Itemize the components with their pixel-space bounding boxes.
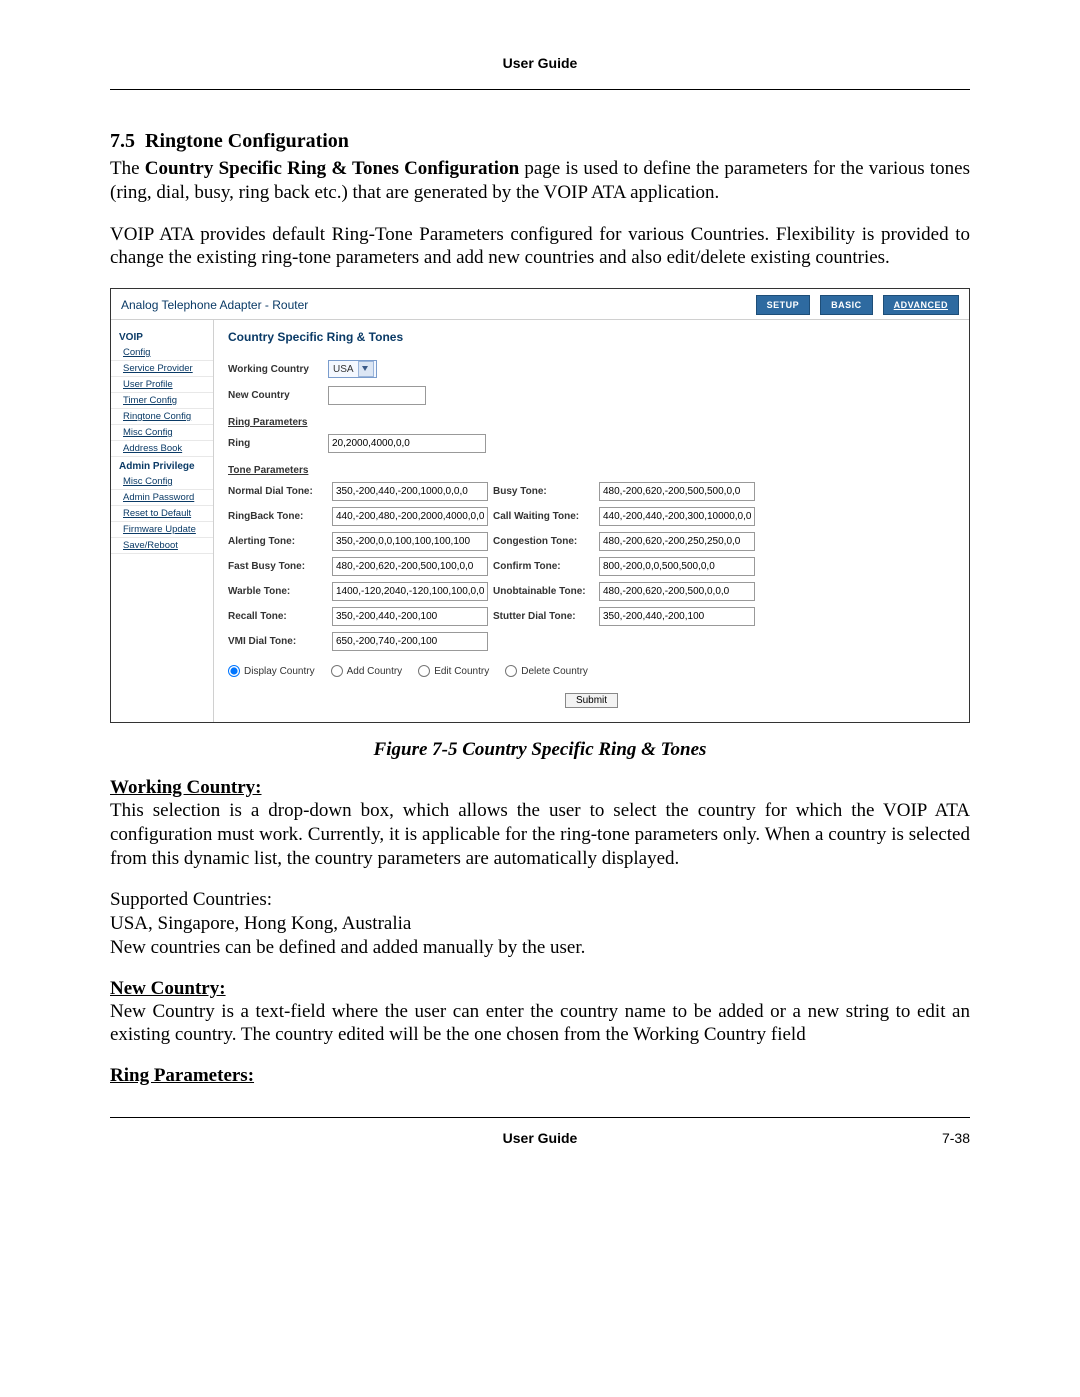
sidebar-item-address-book[interactable]: Address Book <box>111 441 213 457</box>
supported-countries-list: USA, Singapore, Hong Kong, Australia <box>110 912 970 936</box>
sidebar-item-config[interactable]: Config <box>111 345 213 361</box>
call-waiting-tone-input[interactable] <box>599 507 755 526</box>
tab-setup[interactable]: SETUP <box>756 295 811 315</box>
radio-delete-country[interactable]: Delete Country <box>505 665 588 677</box>
radio-add-country[interactable]: Add Country <box>331 665 403 677</box>
stutter-dial-tone-label: Stutter Dial Tone: <box>493 611 593 622</box>
supported-countries-note: New countries can be defined and added m… <box>110 936 970 960</box>
vmi-dial-tone-input[interactable] <box>332 632 488 651</box>
radio-display-country[interactable]: Display Country <box>228 665 315 677</box>
normal-dial-label: Normal Dial Tone: <box>228 486 328 497</box>
content-heading: Country Specific Ring & Tones <box>228 330 955 344</box>
vmi-dial-tone-label: VMI Dial Tone: <box>228 636 328 647</box>
ringback-tone-input[interactable] <box>332 507 488 526</box>
section-title: Ringtone Configuration <box>145 130 349 152</box>
chevron-down-icon <box>358 361 374 377</box>
section-heading: 7.5 Ringtone Configuration <box>110 130 970 153</box>
working-country-label: Working Country <box>228 364 318 375</box>
sidebar-item-user-profile[interactable]: User Profile <box>111 377 213 393</box>
action-radios: Display Country Add Country Edit Country… <box>228 665 955 677</box>
sidebar-item-timer-config[interactable]: Timer Config <box>111 393 213 409</box>
intro-paragraph-2: VOIP ATA provides default Ring-Tone Para… <box>110 223 970 271</box>
call-waiting-tone-label: Call Waiting Tone: <box>493 511 593 522</box>
new-country-heading: New Country: <box>110 978 970 1000</box>
stutter-dial-tone-input[interactable] <box>599 607 755 626</box>
unobtainable-tone-label: Unobtainable Tone: <box>493 586 593 597</box>
top-tabs: SETUP BASIC ADVANCED <box>756 295 959 315</box>
warble-tone-label: Warble Tone: <box>228 586 328 597</box>
confirm-tone-label: Confirm Tone: <box>493 561 593 572</box>
footer-right: 7-38 <box>942 1130 970 1146</box>
fast-busy-tone-input[interactable] <box>332 557 488 576</box>
alerting-tone-input[interactable] <box>332 532 488 551</box>
ring-label: Ring <box>228 438 318 449</box>
submit-button[interactable]: Submit <box>565 693 618 708</box>
sidebar-item-ringtone-config[interactable]: Ringtone Config <box>111 409 213 425</box>
new-country-input[interactable] <box>328 386 426 405</box>
new-country-body: New Country is a text-field where the us… <box>110 1000 970 1048</box>
recall-tone-input[interactable] <box>332 607 488 626</box>
ring-parameters-heading: Ring Parameters <box>228 417 955 428</box>
screenshot-topbar: Analog Telephone Adapter - Router SETUP … <box>111 289 969 320</box>
radio-edit-country-input[interactable] <box>418 665 430 677</box>
intro-paragraph-1: The Country Specific Ring & Tones Config… <box>110 157 970 205</box>
radio-add-country-input[interactable] <box>331 665 343 677</box>
sidebar-item-misc-config-2[interactable]: Misc Config <box>111 474 213 490</box>
tab-basic[interactable]: BASIC <box>820 295 873 315</box>
radio-edit-country[interactable]: Edit Country <box>418 665 489 677</box>
congestion-tone-input[interactable] <box>599 532 755 551</box>
busy-tone-input[interactable] <box>599 482 755 501</box>
alerting-tone-label: Alerting Tone: <box>228 536 328 547</box>
sidebar-head-admin: Admin Privilege <box>111 461 213 472</box>
new-country-label: New Country <box>228 390 318 401</box>
sidebar-item-firmware-update[interactable]: Firmware Update <box>111 522 213 538</box>
busy-tone-label: Busy Tone: <box>493 486 593 497</box>
sidebar-item-misc-config[interactable]: Misc Config <box>111 425 213 441</box>
sidebar-head-voip: VOIP <box>111 332 213 343</box>
supported-countries-label: Supported Countries: <box>110 888 970 912</box>
working-country-body: This selection is a drop-down box, which… <box>110 799 970 870</box>
working-country-select[interactable]: USA <box>328 360 377 378</box>
sidebar-item-save-reboot[interactable]: Save/Reboot <box>111 538 213 554</box>
warble-tone-input[interactable] <box>332 582 488 601</box>
working-country-value: USA <box>333 364 354 375</box>
sidebar: VOIP Config Service Provider User Profil… <box>111 320 214 722</box>
page-header: User Guide <box>110 55 970 89</box>
radio-delete-country-input[interactable] <box>505 665 517 677</box>
confirm-tone-input[interactable] <box>599 557 755 576</box>
ring-parameters-doc-heading: Ring Parameters: <box>110 1065 970 1087</box>
content-area: Country Specific Ring & Tones Working Co… <box>214 320 969 722</box>
working-country-heading: Working Country: <box>110 777 970 799</box>
header-rule <box>110 89 970 90</box>
page-footer: User Guide 7-38 <box>110 1130 970 1146</box>
sidebar-item-reset-default[interactable]: Reset to Default <box>111 506 213 522</box>
screenshot-panel: Analog Telephone Adapter - Router SETUP … <box>110 288 970 723</box>
congestion-tone-label: Congestion Tone: <box>493 536 593 547</box>
normal-dial-input[interactable] <box>332 482 488 501</box>
recall-tone-label: Recall Tone: <box>228 611 328 622</box>
ringback-tone-label: RingBack Tone: <box>228 511 328 522</box>
sidebar-item-service-provider[interactable]: Service Provider <box>111 361 213 377</box>
tab-advanced[interactable]: ADVANCED <box>883 295 959 315</box>
footer-rule <box>110 1117 970 1118</box>
figure-caption: Figure 7-5 Country Specific Ring & Tones <box>110 739 970 761</box>
section-number: 7.5 <box>110 130 135 152</box>
footer-center: User Guide <box>503 1130 578 1146</box>
app-title: Analog Telephone Adapter - Router <box>121 298 308 312</box>
radio-display-country-input[interactable] <box>228 665 240 677</box>
tone-grid: Normal Dial Tone: Busy Tone: RingBack To… <box>228 482 955 651</box>
sidebar-item-admin-password[interactable]: Admin Password <box>111 490 213 506</box>
unobtainable-tone-input[interactable] <box>599 582 755 601</box>
fast-busy-tone-label: Fast Busy Tone: <box>228 561 328 572</box>
tone-parameters-heading: Tone Parameters <box>228 465 955 476</box>
ring-input[interactable] <box>328 434 486 453</box>
